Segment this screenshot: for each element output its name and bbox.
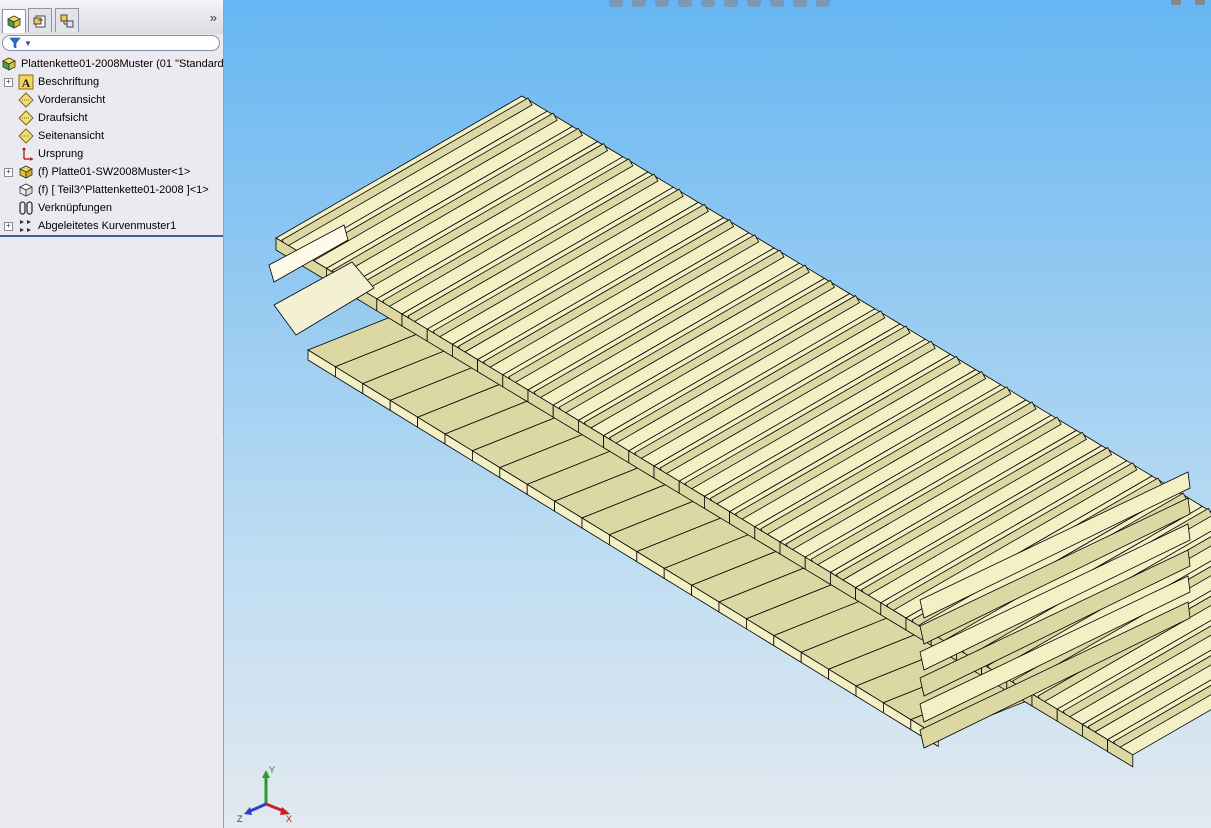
reference-triad: Y X Z	[237, 765, 292, 824]
tree-root-label: Plattenkette01-2008Muster (01 "Standard"	[21, 58, 224, 70]
expand-icon[interactable]: +	[4, 77, 13, 87]
plane-icon	[18, 128, 34, 144]
tree-item-platte01[interactable]: + (f) Platte01-SW2008Muster<1>	[4, 163, 191, 181]
double-chevron-right-icon[interactable]: »	[210, 10, 217, 25]
tree-item-ursprung[interactable]: Ursprung	[18, 145, 83, 163]
tree-item-teil3[interactable]: (f) [ Teil3^Plattenkette01-2008 ]<1>	[18, 181, 209, 199]
tree-item-draufsicht[interactable]: Draufsicht	[18, 109, 88, 127]
filter-icon[interactable]	[9, 37, 21, 49]
property-manager-tab[interactable]	[28, 8, 52, 32]
feature-tree-icon	[7, 15, 21, 29]
tree-item-seitenansicht[interactable]: Seitenansicht	[18, 127, 104, 145]
tree-item-beschriftung[interactable]: + A Beschriftung	[4, 73, 100, 91]
plane-icon	[18, 92, 34, 108]
plate-chain-model[interactable]	[224, 0, 1211, 828]
curve-pattern-icon	[18, 218, 34, 234]
filter-field[interactable]: ▼	[2, 35, 220, 51]
property-icon	[33, 15, 46, 27]
expand-icon[interactable]: +	[4, 221, 13, 231]
tree-item-verknuepfungen[interactable]: Verknüpfungen	[18, 199, 112, 217]
part-icon	[18, 164, 34, 180]
tree-item-label: Seitenansicht	[38, 130, 105, 142]
feature-manager-tab[interactable]	[2, 9, 26, 33]
tree-item-label: Draufsicht	[38, 112, 88, 124]
tree-item-label: Verknüpfungen	[38, 202, 113, 214]
virtual-part-icon	[18, 182, 34, 198]
tree-item-kurvenmuster[interactable]: + Abgeleitetes Kurvenmuster1	[4, 217, 177, 235]
tree-item-label: Ursprung	[38, 148, 84, 160]
graphics-area[interactable]: Y X Z	[224, 0, 1211, 828]
tree-item-label: Beschriftung	[38, 76, 100, 88]
tree-item-label: Abgeleitetes Kurvenmuster1	[38, 220, 177, 232]
configuration-manager-tab[interactable]	[55, 8, 79, 32]
mates-icon	[18, 200, 34, 216]
tree-item-label: (f) Platte01-SW2008Muster<1>	[38, 166, 191, 178]
tree-item-label: Vorderansicht	[38, 94, 106, 106]
chevron-down-icon[interactable]: ▼	[24, 39, 32, 48]
configuration-icon	[60, 14, 74, 27]
svg-text:A: A	[22, 76, 31, 90]
tree-item-vorderansicht[interactable]: Vorderansicht	[18, 91, 105, 109]
tree-rollback-bar[interactable]	[0, 235, 223, 237]
tree-item-label: (f) [ Teil3^Plattenkette01-2008 ]<1>	[38, 184, 209, 196]
annotation-icon: A	[18, 74, 34, 90]
triad-z-label: Z	[237, 814, 243, 824]
plane-icon	[18, 110, 34, 126]
origin-icon	[18, 146, 34, 162]
tree-root-assembly[interactable]: Plattenkette01-2008Muster (01 "Standard"	[1, 55, 224, 73]
assembly-icon	[1, 56, 17, 72]
expand-icon[interactable]: +	[4, 167, 13, 177]
manager-tabs: »	[0, 0, 223, 34]
triad-y-label: Y	[269, 765, 275, 775]
feature-manager-panel: » ▼ Plattenkette01-2008Muster (01 "Stand…	[0, 0, 224, 828]
triad-x-label: X	[286, 814, 292, 824]
